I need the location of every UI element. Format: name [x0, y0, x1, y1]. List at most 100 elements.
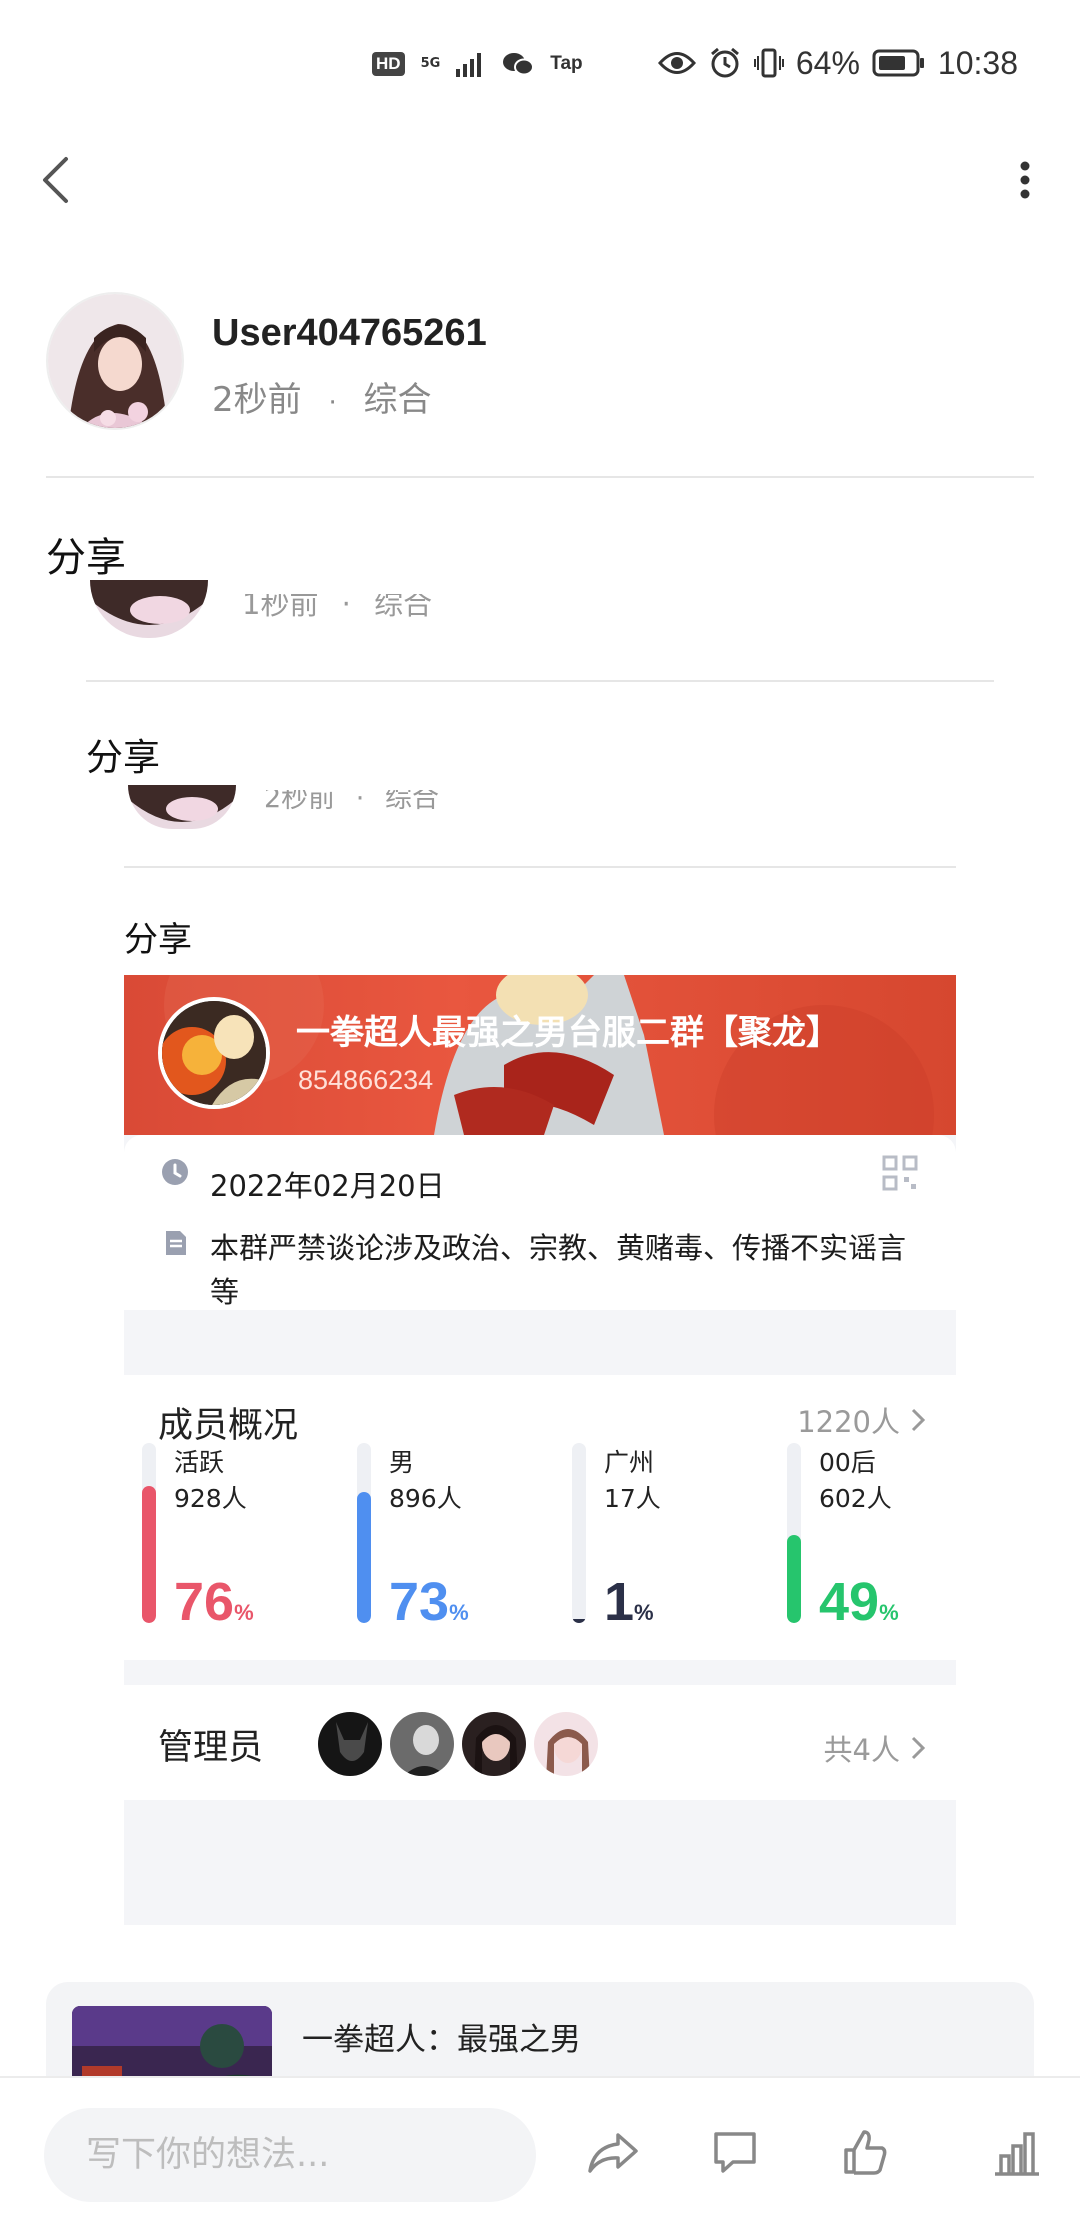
nested-avatar-1	[90, 580, 208, 638]
like-button[interactable]	[830, 2118, 900, 2188]
stat-percent-value: 1	[604, 1572, 635, 1632]
comment-icon	[714, 2132, 756, 2173]
nested-sep-2: ·	[355, 790, 365, 814]
stat-percent-value: 49	[819, 1572, 880, 1632]
bottom-action-bar	[0, 2076, 1080, 2228]
nested-time-1: 1秒前	[242, 594, 319, 621]
member-stat-3: 00后 602人 49%	[787, 1443, 987, 1653]
author-avatar[interactable]	[46, 292, 184, 430]
stat-bar-fill	[572, 1619, 586, 1623]
stats-button[interactable]	[982, 2118, 1052, 2188]
vibrate-icon	[753, 48, 784, 78]
author-name[interactable]: User404765261	[212, 312, 487, 355]
more-icon	[1020, 161, 1030, 199]
nested-share-label-1: 分享	[86, 736, 160, 779]
network-label: 5G	[420, 56, 441, 71]
stat-count: 602人	[819, 1484, 892, 1513]
group-card[interactable]: 一拳超人最强之男台服二群【聚龙】 854866234 成员概况 1220人 活跃…	[124, 975, 956, 1925]
nested-divider-2	[124, 866, 956, 868]
group-title: 一拳超人最强之男台服二群【聚龙】	[296, 1013, 840, 1053]
admin-title: 管理员	[158, 1728, 264, 1768]
clock-icon	[162, 1159, 188, 1185]
group-rules: 本群严禁谈论涉及政治、宗教、黄赌毒、传播不实谣言等	[210, 1231, 907, 1309]
back-button[interactable]	[40, 150, 90, 210]
post-meta: 2秒前 · 综合	[212, 372, 432, 421]
stats-icon	[995, 2132, 1039, 2176]
alarm-icon	[710, 47, 739, 78]
battery-icon	[872, 49, 924, 77]
stat-percent: 1%	[604, 1571, 654, 1633]
member-stat-1: 男 896人 73%	[357, 1443, 557, 1653]
nested-category-1: 综合	[374, 594, 433, 621]
nested-divider-1	[86, 680, 994, 682]
post-author: User404765261 2秒前 · 综合	[46, 292, 1036, 432]
stat-percent: 49%	[819, 1571, 899, 1633]
author-divider	[46, 476, 1034, 478]
admin-avatar-4	[532, 1710, 600, 1778]
game-title: 一拳超人：最强之男	[302, 2022, 581, 2058]
share-icon	[588, 2133, 638, 2173]
stat-bar	[357, 1443, 371, 1623]
stat-bar	[787, 1443, 801, 1623]
clock-time: 10:38	[937, 44, 1018, 81]
nested-sep-1: ·	[341, 594, 351, 621]
network-type: 5G	[420, 56, 441, 71]
members-total: 1220人	[797, 1405, 900, 1439]
stat-percent: 73%	[389, 1571, 469, 1633]
stat-percent-unit: %	[634, 1600, 654, 1625]
share-button[interactable]	[578, 2118, 648, 2188]
admin-section[interactable]: 管理员 共4人	[124, 1685, 956, 1800]
member-stats: 活跃 928人 76% 男 896人 73% 广州 17人 1% 00后 602人 49%	[142, 1443, 942, 1658]
battery-percent: 64%	[795, 44, 860, 81]
status-right: 64% 10:38	[657, 42, 1018, 84]
stat-bar-fill	[787, 1534, 801, 1623]
stat-bar-fill	[142, 1486, 156, 1623]
admin-count-link[interactable]: 共4人	[824, 1727, 926, 1769]
tap-app-badge: Tap	[550, 53, 583, 74]
comment-input[interactable]	[44, 2108, 536, 2202]
members-total-link[interactable]: 1220人	[797, 1399, 926, 1441]
chevron-right-icon	[911, 1408, 926, 1432]
group-id: 854866234	[298, 1065, 434, 1095]
stat-label: 广州	[604, 1448, 655, 1477]
stat-percent-unit: %	[234, 1600, 254, 1625]
nested-avatar-2	[128, 785, 236, 829]
admin-avatar-1	[316, 1710, 384, 1778]
stat-percent-unit: %	[879, 1600, 899, 1625]
status-left: HD 5G Tap	[372, 46, 583, 82]
qr-code-icon[interactable]	[882, 1155, 918, 1191]
document-icon	[166, 1231, 186, 1255]
members-title: 成员概况	[158, 1406, 299, 1446]
share-label: 分享	[46, 535, 126, 581]
admin-count: 共4人	[823, 1733, 900, 1767]
nested-meta-2: 2秒前 · 综合	[264, 790, 439, 818]
stat-percent-unit: %	[449, 1600, 469, 1625]
stat-count: 17人	[604, 1484, 661, 1513]
member-stat-0: 活跃 928人 76%	[142, 1443, 342, 1653]
wechat-icon	[503, 53, 535, 76]
stat-label: 00后	[819, 1448, 876, 1477]
like-icon	[844, 2130, 887, 2175]
post-category[interactable]: 综合	[364, 380, 432, 420]
more-options-button[interactable]	[1010, 150, 1040, 210]
hd-badge: HD	[372, 52, 405, 76]
eye-icon	[657, 52, 696, 74]
group-banner: 一拳超人最强之男台服二群【聚龙】 854866234	[124, 975, 956, 1135]
stat-bar	[572, 1443, 586, 1623]
members-section: 成员概况 1220人 活跃 928人 76% 男 896人 73% 广州 17人 1% 00后 60…	[124, 1375, 956, 1660]
meta-separator: ·	[328, 388, 337, 418]
group-avatar	[158, 997, 270, 1109]
member-stat-2: 广州 17人 1%	[572, 1443, 772, 1653]
comment-button[interactable]	[700, 2118, 770, 2188]
stat-percent-value: 73	[389, 1572, 450, 1632]
stat-label: 活跃	[174, 1448, 225, 1477]
status-bar: HD 5G Tap 64% 10:38	[0, 0, 1080, 120]
nested-share-label-2: 分享	[124, 920, 192, 960]
admin-avatar-3	[460, 1710, 528, 1778]
stat-count: 928人	[174, 1484, 247, 1513]
nested-meta-1: 1秒前 · 综合	[242, 594, 432, 624]
nested-time-2: 2秒前	[264, 790, 336, 814]
nested-category-2: 综合	[384, 790, 439, 814]
post-time: 2秒前	[212, 380, 302, 420]
admin-avatar-2	[388, 1710, 456, 1778]
